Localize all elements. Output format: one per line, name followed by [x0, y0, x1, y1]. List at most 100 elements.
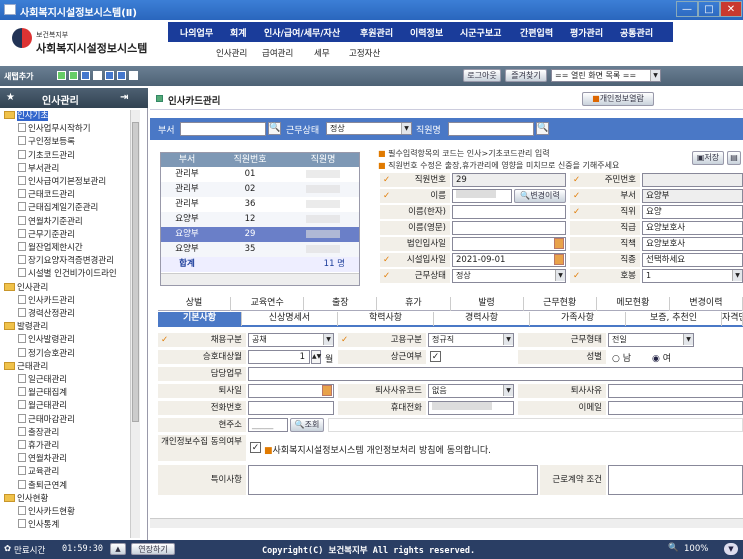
- promo-stepper[interactable]: ▲▼: [311, 350, 321, 364]
- cell-emp-no[interactable]: 01: [213, 167, 287, 182]
- job-field[interactable]: 선택하세요: [642, 253, 743, 267]
- sidebar-folder[interactable]: 인사기초: [4, 110, 49, 122]
- print-button[interactable]: ▤: [727, 151, 741, 165]
- phone-field[interactable]: [248, 401, 334, 415]
- cell-emp-no[interactable]: 12: [213, 212, 287, 227]
- zip-field[interactable]: _____: [248, 418, 288, 432]
- cell-emp-no[interactable]: 35: [213, 242, 287, 257]
- tab-7[interactable]: 변경이력: [670, 297, 743, 311]
- cell-dept[interactable]: 관리부: [161, 182, 213, 197]
- nav-item[interactable]: 나의업무: [180, 26, 213, 39]
- retire-code-select[interactable]: 없음 ▼: [428, 384, 514, 398]
- grid-header[interactable]: 직원명: [287, 153, 359, 167]
- sidebar-item[interactable]: 근태코드관리: [18, 189, 75, 201]
- tab-2[interactable]: 출장: [304, 297, 378, 311]
- contract-field[interactable]: [608, 465, 743, 495]
- tab-3[interactable]: 휴가: [377, 297, 451, 311]
- role-field[interactable]: 요양보호사: [642, 237, 743, 251]
- tab-detail-1[interactable]: 신상명세서: [242, 312, 338, 326]
- hire-type-select[interactable]: 공채 ▼: [248, 333, 334, 347]
- gender-female-radio[interactable]: ◉ 여: [652, 351, 671, 364]
- sidebar-folder[interactable]: 인사현황: [4, 493, 48, 505]
- grid-header[interactable]: 직원번호: [213, 153, 287, 167]
- grid-header[interactable]: 부서: [161, 153, 213, 167]
- sidebar-folder[interactable]: 발령관리: [4, 321, 48, 333]
- name-field[interactable]: [452, 189, 512, 203]
- consent-checkbox[interactable]: ✓: [250, 442, 261, 453]
- name-search-icon[interactable]: 🔍: [536, 122, 549, 135]
- tab-detail-5[interactable]: 보증, 추천인: [626, 312, 722, 326]
- privacy-view-button[interactable]: ■개인정보열람: [582, 92, 654, 106]
- cell-name[interactable]: [287, 212, 359, 227]
- nav-item[interactable]: 시군구보고: [460, 26, 501, 39]
- regular-checkbox[interactable]: ✓: [430, 351, 441, 362]
- zoom-dropdown-icon[interactable]: ▼: [724, 543, 738, 555]
- scroll-thumb[interactable]: [132, 122, 139, 422]
- sidebar-item[interactable]: 교육관리: [18, 466, 59, 478]
- sidebar-item[interactable]: 경력산정관리: [18, 308, 75, 320]
- sidebar-item[interactable]: 인사발령관리: [18, 334, 75, 346]
- work-status-select[interactable]: 정상 ▼: [452, 269, 566, 283]
- sidebar-item[interactable]: 근태집계일기준관리: [18, 202, 98, 214]
- subnav-item[interactable]: 고정자산: [349, 47, 380, 59]
- grade-field[interactable]: 요양보호사: [642, 221, 743, 235]
- tile-icon[interactable]: [117, 71, 126, 80]
- cell-name[interactable]: [287, 182, 359, 197]
- logout-button[interactable]: 로그아웃: [463, 69, 501, 82]
- maximize-button[interactable]: □: [698, 1, 720, 17]
- prev-icon[interactable]: [57, 71, 66, 80]
- hire-date-field[interactable]: [452, 237, 566, 251]
- dept-field[interactable]: 요양부: [642, 189, 743, 203]
- sidebar-item[interactable]: 연월차기준관리: [18, 215, 83, 228]
- change-history-button[interactable]: 🔍변경이력: [514, 189, 566, 203]
- minimize-button[interactable]: —: [676, 1, 698, 17]
- sidebar-item[interactable]: 휴가관리: [18, 440, 59, 452]
- cell-dept[interactable]: 관리부: [161, 167, 213, 182]
- nav-item[interactable]: 인사/급여/세무/자산: [264, 26, 340, 39]
- sidebar-item[interactable]: 일근태관리: [18, 374, 67, 386]
- sidebar-item[interactable]: 장기요양자격증변경관리: [18, 255, 114, 267]
- sidebar-item[interactable]: 월근태집계: [18, 387, 67, 399]
- sidebar-item[interactable]: 출퇴근연계: [18, 479, 67, 492]
- layout-icon[interactable]: [81, 71, 90, 80]
- new-tab-label[interactable]: 새탭추가: [4, 71, 33, 82]
- dept-search-input[interactable]: [180, 122, 266, 136]
- tab-4[interactable]: 발령: [451, 297, 524, 311]
- nav-item[interactable]: 후원관리: [360, 26, 393, 39]
- email-field[interactable]: [608, 401, 743, 415]
- promo-field[interactable]: 1: [248, 350, 310, 364]
- address-lookup-button[interactable]: 🔍조회: [290, 418, 324, 432]
- cell-dept[interactable]: 요양부: [161, 212, 213, 227]
- cell-name[interactable]: [287, 167, 359, 182]
- nav-item[interactable]: 평가관리: [570, 26, 603, 39]
- main-hscroll[interactable]: [150, 518, 743, 528]
- tab-detail-0[interactable]: 기본사항: [158, 312, 242, 326]
- sidebar-item[interactable]: 부서관리: [18, 162, 59, 175]
- sidebar-item[interactable]: 기초코드관리: [18, 149, 75, 162]
- calendar-icon[interactable]: [554, 238, 564, 249]
- close-button[interactable]: ✕: [720, 1, 742, 17]
- tab-detail-6[interactable]: 자격면허: [722, 312, 743, 326]
- sidebar-item[interactable]: 인사카드현황: [18, 506, 75, 518]
- tab-1[interactable]: 교육연수: [231, 297, 305, 311]
- extend-session-button[interactable]: 연장하기: [131, 543, 175, 555]
- notes-field[interactable]: [248, 465, 538, 495]
- star-icon[interactable]: ★: [6, 92, 15, 103]
- sidebar-item[interactable]: 월근태관리: [18, 400, 67, 412]
- start-date-field[interactable]: 2021-09-01: [452, 253, 566, 267]
- gender-male-radio[interactable]: ○ 남: [612, 351, 631, 364]
- cell-dept[interactable]: 요양부: [161, 242, 213, 257]
- rrn-field[interactable]: [642, 173, 743, 187]
- dept-search-icon[interactable]: 🔍: [268, 122, 281, 135]
- grid-hscroll[interactable]: [161, 273, 359, 285]
- sidebar-folder[interactable]: 인사관리: [4, 282, 48, 294]
- address-field[interactable]: [328, 418, 743, 432]
- sidebar-item[interactable]: 정기승호관리: [18, 347, 75, 360]
- sidebar-item[interactable]: 월잔업제한시간: [18, 242, 83, 254]
- tab-detail-4[interactable]: 가족사항: [530, 312, 626, 326]
- tab-detail-2[interactable]: 학력사항: [338, 312, 434, 326]
- sidebar-folder[interactable]: 근태관리: [4, 361, 48, 373]
- subnav-item[interactable]: 세무: [314, 47, 330, 59]
- sidebar-item[interactable]: 인사통계: [18, 519, 59, 531]
- sidebar-item[interactable]: 출장관리: [18, 426, 59, 439]
